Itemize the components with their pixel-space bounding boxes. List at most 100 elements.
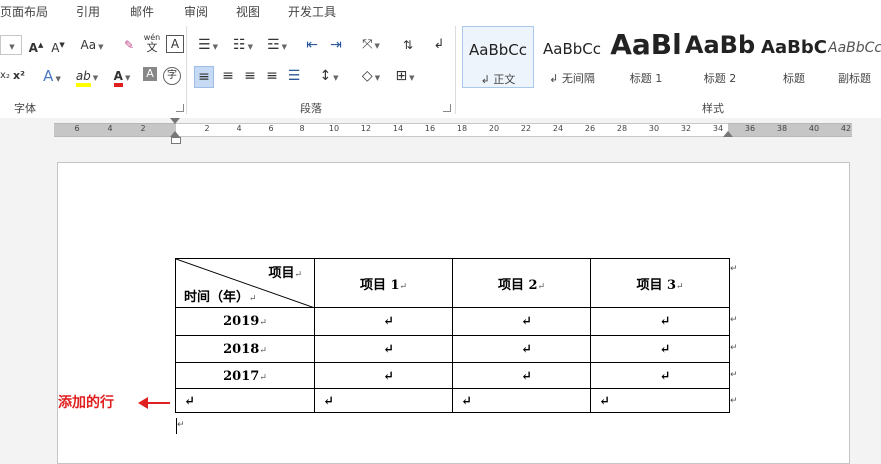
- cell-text: 项目 1↵: [359, 278, 408, 293]
- table-cell[interactable]: ↵: [314, 307, 453, 336]
- table-cell[interactable]: ↵: [452, 307, 591, 336]
- group-label-styles: 样式: [702, 102, 724, 115]
- cell-text: ↵: [383, 369, 394, 384]
- table-column-header[interactable]: 项目 3↵: [590, 258, 730, 308]
- cell-text: 项目 3↵: [636, 278, 684, 293]
- tab-references[interactable]: 引用: [76, 3, 100, 20]
- ruler-tick-label: 28: [616, 124, 628, 133]
- enclose-characters-button[interactable]: 字: [163, 67, 181, 85]
- left-indent-marker-icon[interactable]: [171, 137, 181, 144]
- cell-text: 2018↵: [223, 342, 267, 357]
- annotation-arrow-shaft: [146, 402, 170, 404]
- ruler-tick-label: 16: [424, 124, 436, 133]
- grow-font-button[interactable]: A▲: [28, 35, 44, 55]
- phonetic-guide-button[interactable]: wén 文: [142, 33, 162, 53]
- ruler-tick-label: 4: [236, 124, 242, 133]
- right-indent-marker-icon[interactable]: [723, 131, 733, 137]
- ruler-tick-label: 18: [456, 124, 468, 133]
- table-cell[interactable]: ↵: [314, 362, 453, 389]
- highlight-color-button[interactable]: ab ▼: [72, 66, 102, 87]
- chinese-layout-icon[interactable]: ⤧ ▼: [356, 35, 386, 55]
- cell-text: ↵: [599, 394, 610, 409]
- sort-icon[interactable]: ⇅: [398, 35, 418, 55]
- font-dialog-launcher-icon[interactable]: [176, 104, 184, 112]
- ruler-tick-label: 26: [584, 124, 596, 133]
- shading-icon[interactable]: ◇ ▼: [356, 66, 386, 86]
- subscript-button[interactable]: x₂: [0, 66, 10, 86]
- style-no-spacing[interactable]: AaBbCc ↲ 无间隔: [536, 26, 608, 88]
- style-title[interactable]: AaBbC 标题: [758, 26, 830, 88]
- table-cell[interactable]: ↵: [314, 335, 453, 363]
- ruler-tick-label: 4: [107, 124, 113, 133]
- table-cell[interactable]: ↵: [590, 362, 730, 389]
- font-size-dropdown[interactable]: ▼: [0, 35, 22, 55]
- ruler-tick-label: 12: [360, 124, 372, 133]
- ruler-tick-label: 6: [74, 124, 80, 133]
- increase-indent-icon[interactable]: ⇥: [326, 35, 346, 55]
- ruler-tick-label: 40: [808, 124, 820, 133]
- group-separator: [455, 26, 456, 114]
- table-cell[interactable]: ↵: [452, 335, 591, 363]
- horizontal-ruler[interactable]: 6 4 2 2 4 6 8 10 12 14 16 18 20 22 24 26 28 30 32 34 36 38 40 4…: [0, 118, 881, 144]
- text-effects-button[interactable]: A ▼: [40, 66, 64, 86]
- style-subtitle[interactable]: AaBbCc 副标题: [828, 26, 881, 88]
- multilevel-list-icon[interactable]: ☲ ▼: [262, 35, 292, 55]
- table-cell[interactable]: 2018↵: [175, 335, 315, 363]
- table-column-header[interactable]: 项目 2↵: [452, 258, 591, 308]
- added-row-cell[interactable]: ↵: [314, 388, 453, 413]
- table-cell[interactable]: ↵: [452, 362, 591, 389]
- cell-text: 2019↵: [223, 314, 267, 329]
- character-shading-button[interactable]: A: [143, 67, 157, 81]
- tab-review[interactable]: 审阅: [184, 3, 208, 20]
- table-column-header[interactable]: 项目 1↵: [314, 258, 453, 308]
- added-row-cell[interactable]: ↵: [175, 388, 315, 413]
- table-cell[interactable]: ↵: [590, 307, 730, 336]
- numbering-icon[interactable]: ☷ ▼: [228, 35, 258, 55]
- cell-text: ↵: [659, 314, 671, 329]
- ruler-tick-label: 10: [328, 124, 340, 133]
- tab-developer[interactable]: 开发工具: [288, 3, 336, 20]
- cell-text: ↵: [521, 369, 532, 384]
- annotation-label: 添加的行: [58, 395, 114, 411]
- ruler-tick-label: 20: [488, 124, 500, 133]
- table-header-diagonal-cell[interactable]: 项目↵ 时间（年）↵: [175, 258, 315, 308]
- table-cell[interactable]: 2017↵: [175, 362, 315, 389]
- tab-mailings[interactable]: 邮件: [130, 3, 154, 20]
- bullets-icon[interactable]: ☰ ▼: [194, 35, 222, 55]
- row-end-mark: ↵: [730, 343, 738, 353]
- decrease-indent-icon[interactable]: ⇤: [302, 35, 322, 55]
- align-left-icon[interactable]: ≡: [194, 66, 214, 88]
- superscript-button[interactable]: x²: [12, 66, 26, 86]
- justify-icon[interactable]: ≡: [262, 66, 282, 86]
- annotation-arrow-icon: [138, 397, 148, 409]
- style-normal[interactable]: AaBbCc ↲ 正文: [462, 26, 534, 88]
- tab-page-layout[interactable]: 页面布局: [0, 3, 48, 20]
- style-heading-1[interactable]: AaBl 标题 1: [610, 26, 682, 88]
- distributed-icon[interactable]: ☰: [284, 66, 304, 86]
- cell-text: 项目 2↵: [497, 278, 546, 293]
- shrink-font-button[interactable]: A▼: [50, 35, 66, 55]
- borders-icon[interactable]: ⊞ ▼: [390, 66, 420, 86]
- clear-format-icon[interactable]: ✎: [120, 35, 138, 55]
- table-cell[interactable]: 2019↵: [175, 307, 315, 336]
- show-marks-icon[interactable]: ↲: [430, 35, 448, 55]
- group-separator: [186, 26, 187, 114]
- table-cell[interactable]: ↵: [590, 335, 730, 363]
- character-border-button[interactable]: A: [166, 35, 184, 53]
- tab-view[interactable]: 视图: [236, 3, 260, 20]
- font-color-button[interactable]: A ▼: [108, 66, 136, 87]
- group-label-paragraph: 段落: [300, 102, 322, 115]
- group-label-font: 字体: [14, 102, 36, 115]
- ribbon-tab-bar: 页面布局 引用 邮件 审阅 视图 开发工具: [0, 0, 881, 22]
- first-line-indent-marker-icon[interactable]: [170, 118, 180, 124]
- added-row-cell[interactable]: ↵: [590, 388, 730, 413]
- paragraph-dialog-launcher-icon[interactable]: [443, 104, 451, 112]
- style-heading-2[interactable]: AaBb 标题 2: [684, 26, 756, 88]
- added-row-cell[interactable]: ↵: [452, 388, 591, 413]
- change-case-button[interactable]: Aa ▼: [78, 35, 106, 55]
- ruler-tick-label: 38: [776, 124, 788, 133]
- ruler-tick-label: 24: [552, 124, 564, 133]
- line-spacing-icon[interactable]: ↕ ▼: [314, 66, 344, 86]
- align-right-icon[interactable]: ≡: [240, 66, 260, 86]
- align-center-icon[interactable]: ≡: [218, 66, 238, 86]
